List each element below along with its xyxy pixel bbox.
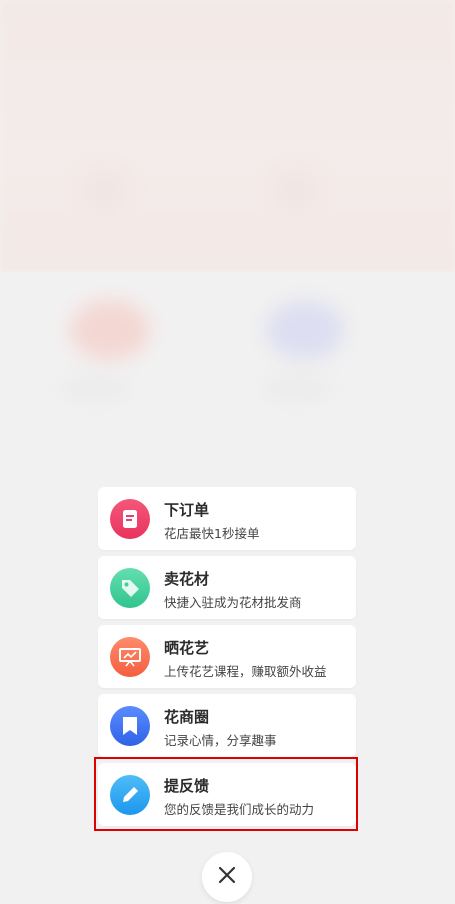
close-icon bbox=[217, 865, 237, 889]
tag-icon bbox=[110, 568, 150, 608]
order-doc-icon bbox=[110, 499, 150, 539]
menu-item-sell-materials[interactable]: 卖花材 快捷入驻成为花材批发商 bbox=[98, 556, 356, 619]
menu-item-subtitle: 快捷入驻成为花材批发商 bbox=[164, 595, 302, 610]
close-button[interactable] bbox=[202, 852, 252, 902]
menu-item-subtitle: 上传花艺课程，赚取额外收益 bbox=[164, 664, 327, 679]
menu-item-title: 晒花艺 bbox=[164, 639, 210, 657]
menu-item-place-order[interactable]: 下订单 花店最快1秒接单 bbox=[98, 487, 356, 550]
menu-item-subtitle: 花店最快1秒接单 bbox=[164, 526, 260, 541]
menu-item-subtitle: 记录心情，分享趣事 bbox=[164, 733, 277, 748]
menu-item-show-floral-art[interactable]: 晒花艺 上传花艺课程，赚取额外收益 bbox=[98, 625, 356, 688]
selection-highlight bbox=[94, 757, 358, 831]
menu-item-title: 花商圈 bbox=[164, 708, 210, 726]
presentation-icon bbox=[110, 637, 150, 677]
bookmark-icon bbox=[110, 706, 150, 746]
menu-item-florist-circle[interactable]: 花商圈 记录心情，分享趣事 bbox=[98, 694, 356, 757]
menu-item-title: 卖花材 bbox=[164, 570, 210, 588]
menu-item-title: 下订单 bbox=[164, 501, 210, 519]
